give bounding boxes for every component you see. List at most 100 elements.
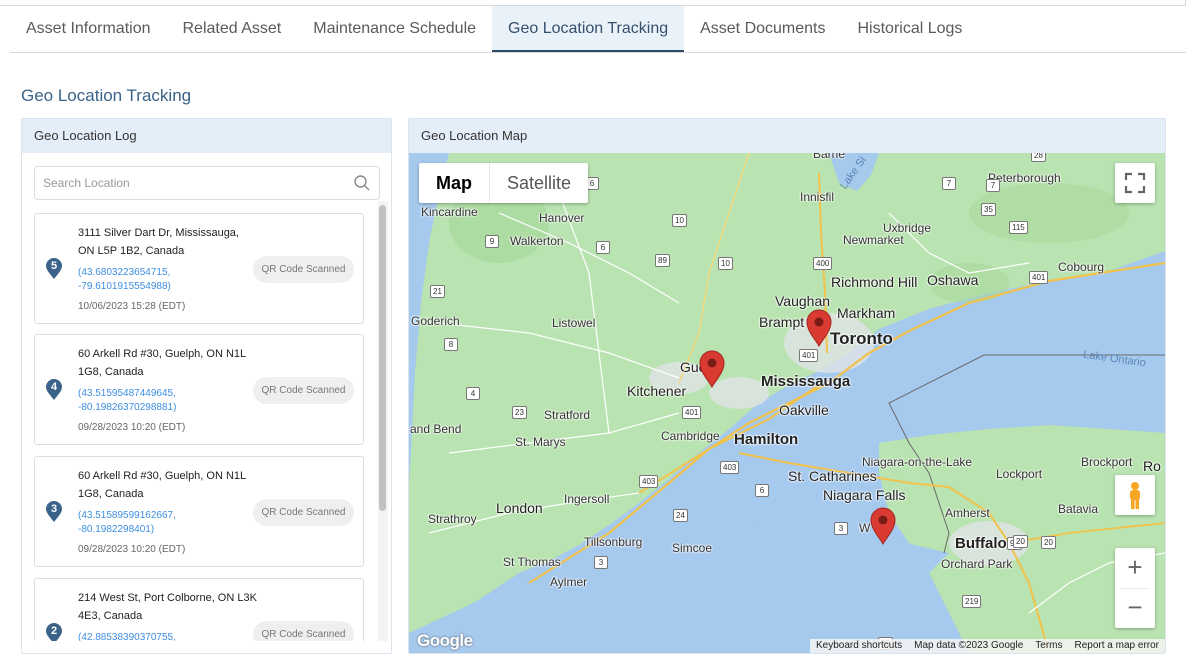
- place-label: Strathroy: [428, 512, 477, 526]
- place-label: Vaughan: [775, 293, 831, 309]
- road-shield: 403: [720, 461, 740, 474]
- geo-location-map-panel: Geo Location Map Barrie Lake Si Innisfil…: [408, 118, 1166, 654]
- tab-asset-information[interactable]: Asset Information: [10, 6, 167, 52]
- map-data-text: Map data ©2023 Google: [914, 640, 1024, 651]
- entry-coordinates[interactable]: (42.88538390370755,: [78, 631, 188, 641]
- entry-timestamp: 09/28/2023 10:20 (EDT): [78, 544, 186, 555]
- terms-link[interactable]: Terms: [1029, 639, 1068, 653]
- map-marker-icon[interactable]: [869, 507, 897, 545]
- location-pin-icon: 5: [45, 258, 63, 280]
- place-label: and Bend: [410, 422, 462, 436]
- place-label: Lockport: [996, 467, 1043, 481]
- entry-timestamp: 09/28/2023 10:20 (EDT): [78, 422, 186, 433]
- map-marker-icon[interactable]: [698, 350, 726, 388]
- map-attribution: Keyboard shortcuts Map data ©2023 Google…: [809, 639, 1165, 653]
- place-label: Cambridge: [661, 429, 720, 443]
- road-shield: 401: [1029, 271, 1049, 284]
- road-shield: 401: [799, 349, 819, 362]
- zoom-control: + −: [1115, 548, 1155, 628]
- place-label: Newmarket: [843, 233, 904, 247]
- place-label: Walkerton: [510, 234, 564, 248]
- status-badge: QR Code Scanned: [253, 499, 354, 526]
- fullscreen-button[interactable]: [1115, 163, 1155, 203]
- place-label: Amherst: [945, 506, 990, 520]
- road-shield: 3: [834, 522, 848, 535]
- log-entry[interactable]: 3 60 Arkell Rd #30, Guelph, ON N1L 1G8, …: [34, 456, 364, 567]
- road-shield: 35: [981, 203, 996, 216]
- entry-timestamp: 10/06/2023 15:28 (EDT): [78, 301, 186, 312]
- place-label: Brampt: [759, 314, 805, 330]
- entry-coordinates[interactable]: (43.51589599162667, -80.1982298401): [78, 509, 188, 537]
- search-input[interactable]: [35, 167, 335, 199]
- place-label: Richmond Hill: [831, 274, 918, 290]
- place-label: St. Marys: [515, 435, 566, 449]
- entry-address: 60 Arkell Rd #30, Guelph, ON N1L 1G8, Ca…: [78, 348, 246, 378]
- place-label: St Thomas: [503, 555, 561, 569]
- tab-maintenance-schedule[interactable]: Maintenance Schedule: [297, 6, 492, 52]
- road-shield: 403: [639, 475, 659, 488]
- log-entry[interactable]: 4 60 Arkell Rd #30, Guelph, ON N1L 1G8, …: [34, 334, 364, 445]
- search-icon[interactable]: [353, 174, 371, 192]
- place-label: Simcoe: [672, 541, 713, 555]
- place-label: Buffalo: [955, 535, 1007, 552]
- tab-bar: Asset Information Related Asset Maintena…: [10, 6, 1186, 53]
- report-error-link[interactable]: Report a map error: [1069, 639, 1165, 653]
- keyboard-shortcuts-link[interactable]: Keyboard shortcuts: [810, 639, 908, 653]
- place-label: Tillsonburg: [584, 535, 643, 549]
- status-badge: QR Code Scanned: [253, 621, 354, 641]
- place-label: Mississauga: [761, 373, 851, 390]
- map-type-map-button[interactable]: Map: [419, 163, 490, 203]
- tab-related-asset[interactable]: Related Asset: [167, 6, 298, 52]
- log-list-scrollbar[interactable]: [378, 201, 388, 641]
- road-shield: 23: [512, 406, 527, 419]
- road-shield: 21: [430, 285, 445, 298]
- google-logo[interactable]: Google: [417, 631, 473, 651]
- place-label: Brockport: [1081, 455, 1133, 469]
- road-shield: 20: [1041, 536, 1056, 549]
- street-view-button[interactable]: [1115, 475, 1155, 515]
- location-pin-icon: 4: [45, 379, 63, 401]
- place-label: Listowel: [552, 316, 596, 330]
- place-label: Innisfil: [800, 190, 835, 204]
- zoom-out-button[interactable]: −: [1115, 588, 1155, 628]
- entry-address: 214 West St, Port Colborne, ON L3K 4E3, …: [78, 592, 257, 622]
- place-label: Hanover: [539, 211, 585, 225]
- road-shield: 10: [672, 214, 687, 227]
- road-shield: 115: [1009, 221, 1028, 234]
- road-shield: 10: [718, 257, 733, 270]
- road-shield: 6: [596, 241, 610, 254]
- tab-geo-location-tracking[interactable]: Geo Location Tracking: [492, 6, 685, 52]
- status-badge: QR Code Scanned: [253, 256, 354, 283]
- road-shield: 89: [655, 254, 670, 267]
- search-box: [34, 166, 380, 200]
- map-canvas[interactable]: Barrie Lake Si Innisfil Peterborough Kin…: [409, 153, 1165, 653]
- road-shield: 400: [813, 257, 833, 270]
- entry-address: 60 Arkell Rd #30, Guelph, ON N1L 1G8, Ca…: [78, 470, 246, 500]
- place-label: Ingersoll: [564, 492, 610, 506]
- pegman-icon: [1130, 482, 1140, 509]
- log-entry[interactable]: 5 3111 Silver Dart Dr, Mississauga, ON L…: [34, 213, 364, 324]
- entry-coordinates[interactable]: (43.6803223654715, -79.6101915554988): [78, 266, 188, 294]
- road-shield: 8: [444, 338, 458, 351]
- log-entry[interactable]: 2 214 West St, Port Colborne, ON L3K 4E3…: [34, 578, 364, 641]
- zoom-in-button[interactable]: +: [1115, 548, 1155, 588]
- geo-location-log-panel: Geo Location Log 5 3111 Silver Dart Dr, …: [21, 118, 392, 654]
- road-shield: 20: [1013, 535, 1028, 548]
- place-label: Niagara Falls: [823, 487, 906, 503]
- road-shield: 6: [755, 484, 769, 497]
- map-marker-icon[interactable]: [805, 309, 833, 347]
- place-label: Stratford: [544, 408, 591, 422]
- tab-historical-logs[interactable]: Historical Logs: [842, 6, 979, 52]
- place-label: Barrie: [813, 153, 846, 161]
- tab-asset-documents[interactable]: Asset Documents: [684, 6, 841, 52]
- entry-coordinates[interactable]: (43.51595487449645, -80.19826370298881): [78, 387, 188, 415]
- place-label: Kincardine: [421, 205, 478, 219]
- road-shield: 4: [466, 387, 480, 400]
- map-type-satellite-button[interactable]: Satellite: [490, 163, 588, 203]
- place-label: St. Catharines: [788, 468, 877, 484]
- status-badge: QR Code Scanned: [253, 377, 354, 404]
- map-panel-title: Geo Location Map: [409, 119, 1165, 153]
- road-shield: 28: [1031, 153, 1046, 162]
- scrollbar-thumb[interactable]: [379, 205, 386, 511]
- road-shield: 7: [986, 179, 1000, 192]
